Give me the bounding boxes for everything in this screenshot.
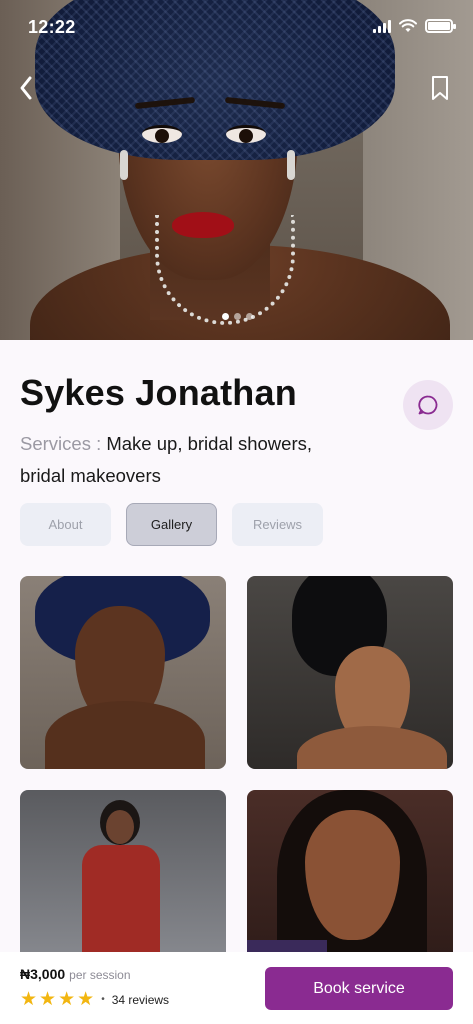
star-icon: ★ — [77, 989, 95, 1010]
rating: ★ ★ ★ ★ • 34 reviews — [20, 990, 169, 1009]
tab-reviews[interactable]: Reviews — [232, 503, 323, 546]
gallery-shoulders — [45, 701, 205, 769]
status-time: 12:22 — [28, 17, 76, 37]
portrait-eye — [142, 125, 182, 143]
profile-tabs: About Gallery Reviews — [20, 503, 323, 546]
carousel-dot-active[interactable] — [222, 313, 229, 320]
gallery-item[interactable] — [20, 576, 226, 769]
star-icon: ★ — [39, 989, 57, 1010]
carousel-dot[interactable] — [246, 313, 253, 320]
price-unit: per session — [69, 968, 131, 982]
price: ₦3,000 per session — [20, 966, 131, 982]
chat-bubble-icon — [418, 395, 438, 415]
portrait-eye — [226, 125, 266, 143]
price-value: ₦3,000 — [20, 966, 66, 982]
tab-about[interactable]: About — [20, 503, 111, 546]
portrait-headwrap-pattern — [35, 0, 395, 160]
signal-icon — [373, 19, 391, 33]
star-icon: ★ — [20, 989, 38, 1010]
hero-image: 12:22 — [0, 0, 473, 340]
tab-gallery[interactable]: Gallery — [126, 503, 217, 546]
services-text: Services : Make up, bridal showers, brid… — [20, 428, 340, 492]
gallery-grid — [20, 576, 453, 983]
carousel-dots — [222, 313, 253, 320]
portrait-earring — [287, 150, 295, 180]
status-icons — [373, 19, 456, 33]
separator-dot: • — [101, 994, 105, 1005]
services-label: Services : — [20, 433, 102, 454]
stylist-name: Sykes Jonathan — [20, 372, 297, 413]
wifi-icon — [399, 19, 417, 32]
bookmark-button[interactable] — [429, 75, 451, 101]
reviews-count: 34 reviews — [111, 992, 170, 1007]
battery-icon — [425, 19, 456, 33]
portrait-earring — [120, 150, 128, 180]
book-service-button[interactable]: Book service — [265, 967, 453, 1010]
chat-button[interactable] — [403, 380, 453, 430]
star-icon: ★ — [58, 989, 76, 1010]
gallery-shoulders — [297, 726, 447, 769]
gallery-item[interactable] — [247, 576, 453, 769]
back-button[interactable] — [14, 72, 40, 104]
gallery-face — [106, 810, 134, 844]
carousel-dot[interactable] — [234, 313, 241, 320]
